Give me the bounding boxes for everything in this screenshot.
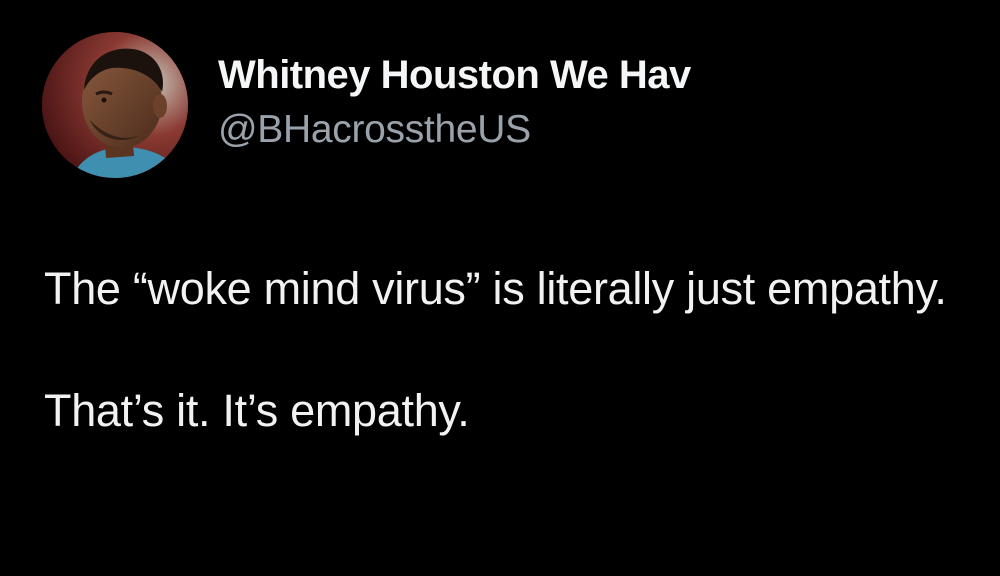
tweet-paragraph-2: That’s it. It’s empathy. — [44, 385, 470, 436]
avatar[interactable] — [42, 32, 188, 178]
tweet-body: The “woke mind virus” is literally just … — [44, 256, 974, 444]
tweet-card: Whitney Houston We Hav @BHacrosstheUS Th… — [0, 0, 1000, 576]
profile-photo-man-icon — [42, 32, 188, 178]
author-handle[interactable]: @BHacrosstheUS — [218, 105, 808, 155]
tweet-paragraph-1: The “woke mind virus” is literally just … — [44, 263, 947, 314]
tweet-header: Whitney Houston We Hav @BHacrosstheUS — [42, 32, 808, 178]
author-names: Whitney Houston We Hav @BHacrosstheUS — [218, 51, 808, 155]
author-display-name[interactable]: Whitney Houston We Hav — [218, 51, 808, 99]
